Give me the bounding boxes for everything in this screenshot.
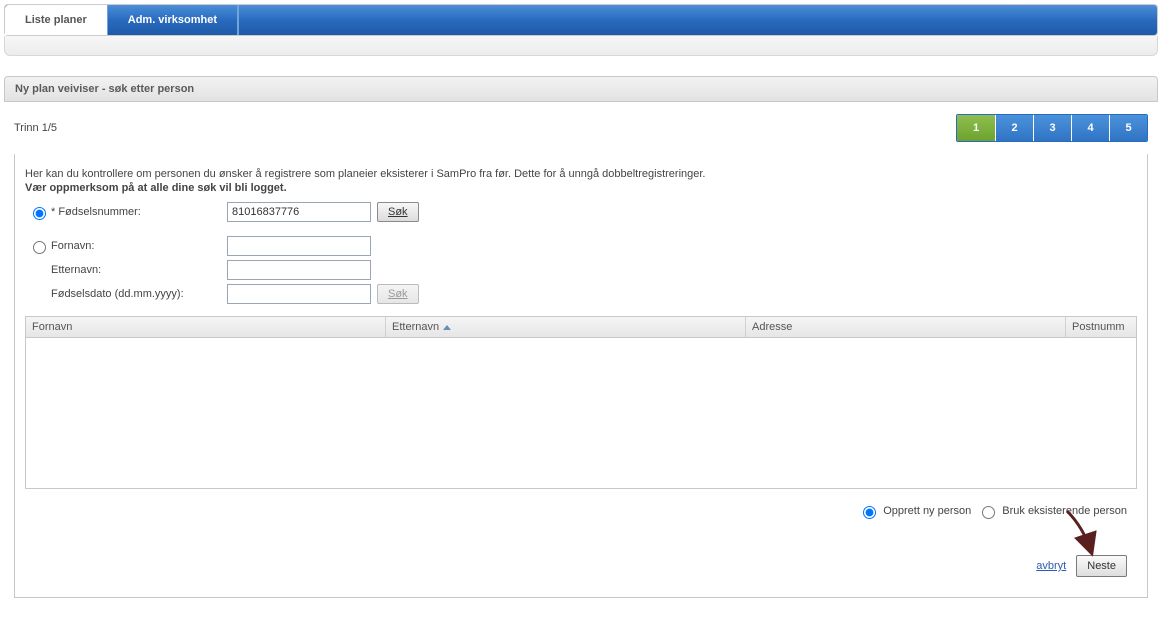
tab-adm-virksomhet[interactable]: Adm. virksomhet — [108, 5, 238, 35]
content-box: Her kan du kontrollere om personen du øn… — [14, 154, 1148, 598]
col-adresse[interactable]: Adresse — [746, 317, 1066, 337]
person-options: Opprett ny person Bruk eksisterende pers… — [25, 489, 1137, 549]
radio-opprett-ny[interactable] — [863, 506, 876, 519]
step-3[interactable]: 3 — [1033, 115, 1071, 141]
radio-name-search[interactable] — [33, 241, 46, 254]
col-fornavn[interactable]: Fornavn — [26, 317, 386, 337]
label-etternavn: Etternavn: — [51, 264, 227, 276]
col-etternavn-label: Etternavn — [392, 321, 439, 333]
label-fornavn: Fornavn: — [51, 240, 227, 252]
option-bruk-eksisterende[interactable]: Bruk eksisterende person — [977, 503, 1127, 519]
col-adresse-label: Adresse — [752, 321, 792, 333]
step-2[interactable]: 2 — [995, 115, 1033, 141]
input-fornavn[interactable] — [227, 236, 371, 256]
panel-title: Ny plan veiviser - søk etter person — [4, 76, 1158, 102]
col-etternavn[interactable]: Etternavn — [386, 317, 746, 337]
col-postnummer[interactable]: Postnumm — [1066, 317, 1136, 337]
step-1[interactable]: 1 — [957, 115, 995, 141]
tab-divider — [238, 5, 239, 35]
step-text: Trinn 1/5 — [14, 122, 57, 134]
input-fodselsnummer[interactable] — [227, 202, 371, 222]
input-etternavn[interactable] — [227, 260, 371, 280]
radio-bruk-eksisterende[interactable] — [982, 506, 995, 519]
step-5[interactable]: 5 — [1109, 115, 1147, 141]
results-table: Fornavn Etternavn Adresse Postnumm — [25, 316, 1137, 489]
intro-warning: Vær oppmerksom på at alle dine søk vil b… — [25, 182, 1137, 194]
table-body-empty — [26, 338, 1136, 488]
step-4[interactable]: 4 — [1071, 115, 1109, 141]
option-opprett-ny[interactable]: Opprett ny person — [858, 503, 971, 519]
col-postnummer-label: Postnumm — [1072, 321, 1125, 333]
row-fornavn: Fornavn: — [25, 236, 1137, 256]
table-header: Fornavn Etternavn Adresse Postnumm — [26, 317, 1136, 338]
row-fodselsnummer: * Fødselsnummer: Søk — [25, 202, 1137, 222]
wizard-steps: 1 2 3 4 5 — [956, 114, 1148, 142]
top-tab-bar: Liste planer Adm. virksomhet — [4, 4, 1158, 36]
row-fodselsdato: Fødselsdato (dd.mm.yyyy): Søk — [25, 284, 1137, 304]
toolbar-chrome — [4, 36, 1158, 56]
row-etternavn: Etternavn: — [25, 260, 1137, 280]
radio-fodselsnummer[interactable] — [33, 207, 46, 220]
sort-asc-icon — [443, 325, 451, 330]
label-bruk-eksisterende: Bruk eksisterende person — [1002, 505, 1127, 517]
wizard-panel: Ny plan veiviser - søk etter person Trin… — [4, 76, 1158, 598]
col-fornavn-label: Fornavn — [32, 321, 72, 333]
button-sok-name: Søk — [377, 284, 419, 304]
tab-liste-planer[interactable]: Liste planer — [5, 5, 108, 35]
intro-text: Her kan du kontrollere om personen du øn… — [25, 168, 1137, 180]
input-fodselsdato[interactable] — [227, 284, 371, 304]
label-fodselsnummer: * Fødselsnummer: — [51, 206, 227, 218]
label-fodselsdato: Fødselsdato (dd.mm.yyyy): — [51, 288, 227, 300]
label-opprett-ny: Opprett ny person — [883, 505, 971, 517]
wizard-footer: avbryt Neste — [25, 549, 1137, 587]
button-neste[interactable]: Neste — [1076, 555, 1127, 577]
step-row: Trinn 1/5 1 2 3 4 5 — [4, 102, 1158, 154]
button-sok-fnr[interactable]: Søk — [377, 202, 419, 222]
link-avbryt[interactable]: avbryt — [1036, 560, 1066, 572]
